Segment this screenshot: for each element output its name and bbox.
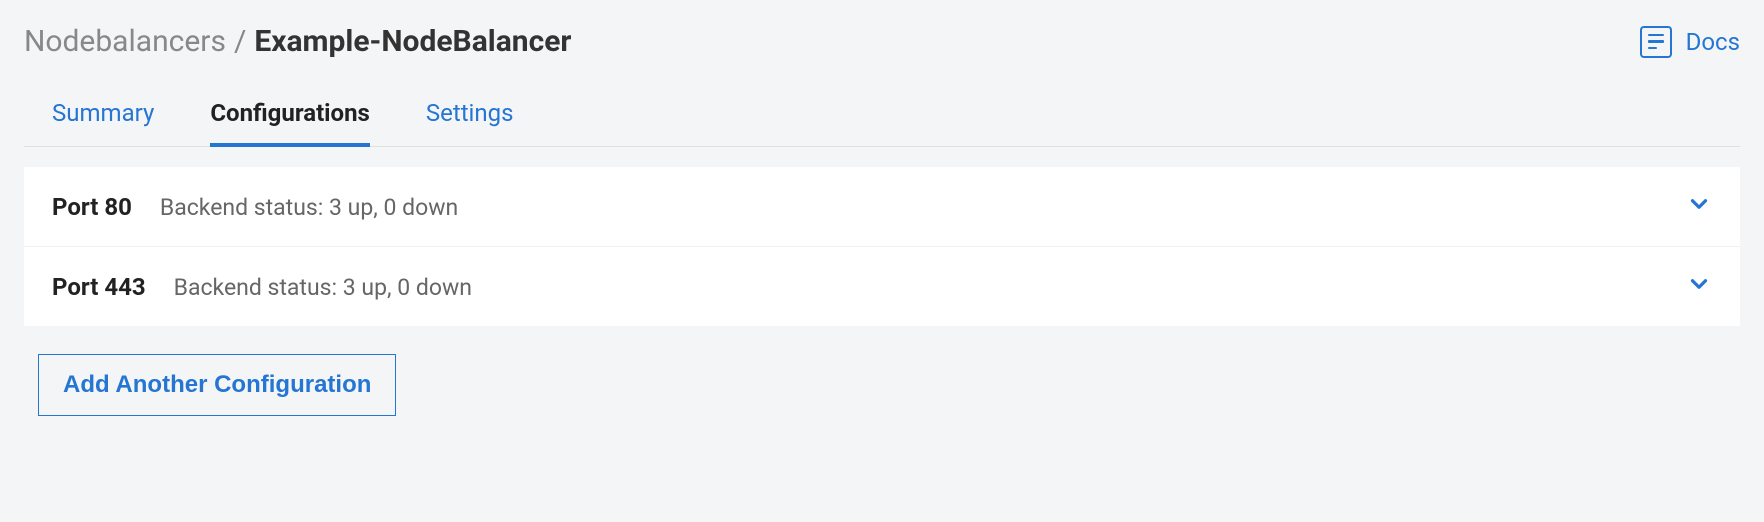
port-label: Port 443	[52, 273, 146, 301]
backend-status: Backend status: 3 up, 0 down	[160, 194, 458, 221]
breadcrumb-separator: /	[234, 24, 246, 59]
tabs: Summary Configurations Settings	[24, 99, 1740, 147]
config-row-port-443[interactable]: Port 443 Backend status: 3 up, 0 down	[24, 247, 1740, 326]
tab-configurations[interactable]: Configurations	[210, 99, 370, 147]
config-row-left: Port 443 Backend status: 3 up, 0 down	[52, 273, 472, 301]
chevron-down-icon	[1686, 271, 1712, 302]
port-label: Port 80	[52, 193, 132, 221]
backend-status: Backend status: 3 up, 0 down	[174, 274, 472, 301]
config-row-port-80[interactable]: Port 80 Backend status: 3 up, 0 down	[24, 167, 1740, 247]
docs-link[interactable]: Docs	[1640, 26, 1740, 58]
add-configuration-button[interactable]: Add Another Configuration	[38, 354, 396, 416]
chevron-down-icon	[1686, 191, 1712, 222]
breadcrumb: Nodebalancers / Example-NodeBalancer	[24, 24, 571, 59]
docs-label: Docs	[1686, 28, 1740, 56]
config-list: Port 80 Backend status: 3 up, 0 down Por…	[24, 167, 1740, 326]
page-header: Nodebalancers / Example-NodeBalancer Doc…	[24, 24, 1740, 59]
config-row-left: Port 80 Backend status: 3 up, 0 down	[52, 193, 458, 221]
breadcrumb-current: Example-NodeBalancer	[254, 24, 571, 59]
breadcrumb-parent[interactable]: Nodebalancers	[24, 24, 226, 59]
tab-summary[interactable]: Summary	[52, 99, 154, 147]
docs-icon	[1640, 26, 1672, 58]
tab-settings[interactable]: Settings	[426, 99, 514, 147]
